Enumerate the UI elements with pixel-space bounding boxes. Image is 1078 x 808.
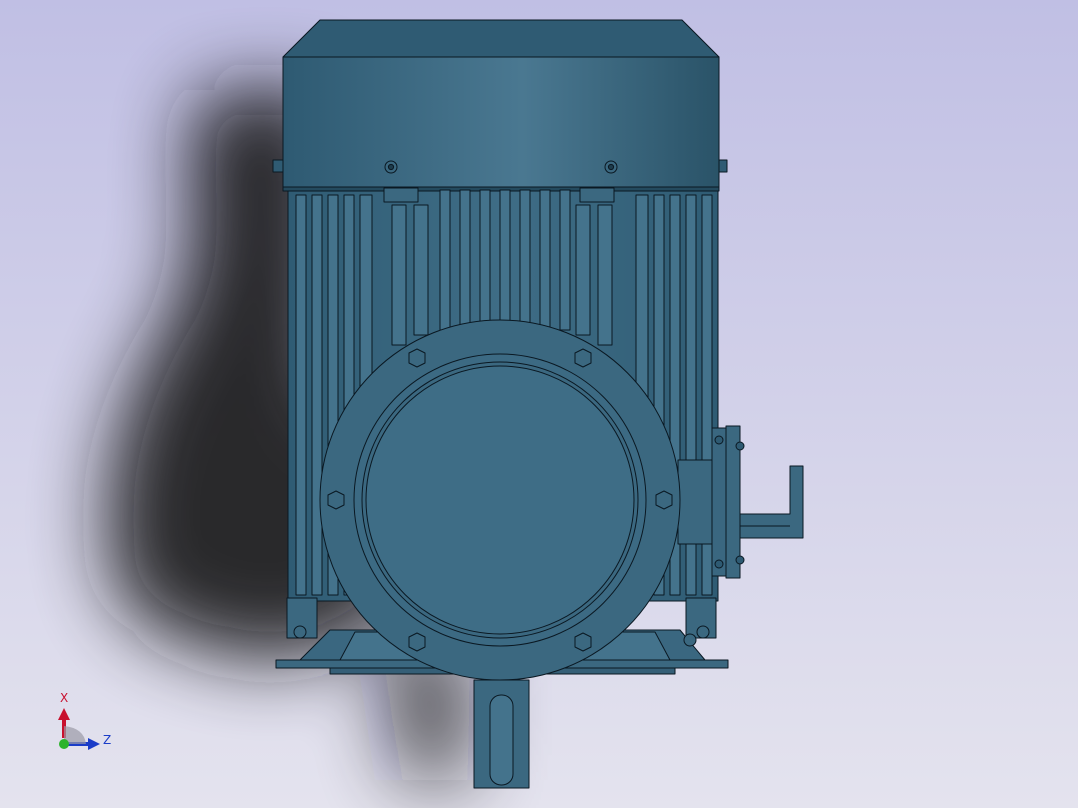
fan-cover[interactable] [272, 19, 728, 192]
cad-graphics-viewport[interactable]: X Z [0, 0, 1078, 808]
axis-x-label: X [60, 691, 68, 705]
axis-z-label: Z [103, 733, 111, 747]
end-shield-flange[interactable] [319, 319, 681, 681]
motor-model-view[interactable]: X Z [0, 0, 1078, 808]
motor-shaft[interactable] [473, 679, 530, 789]
